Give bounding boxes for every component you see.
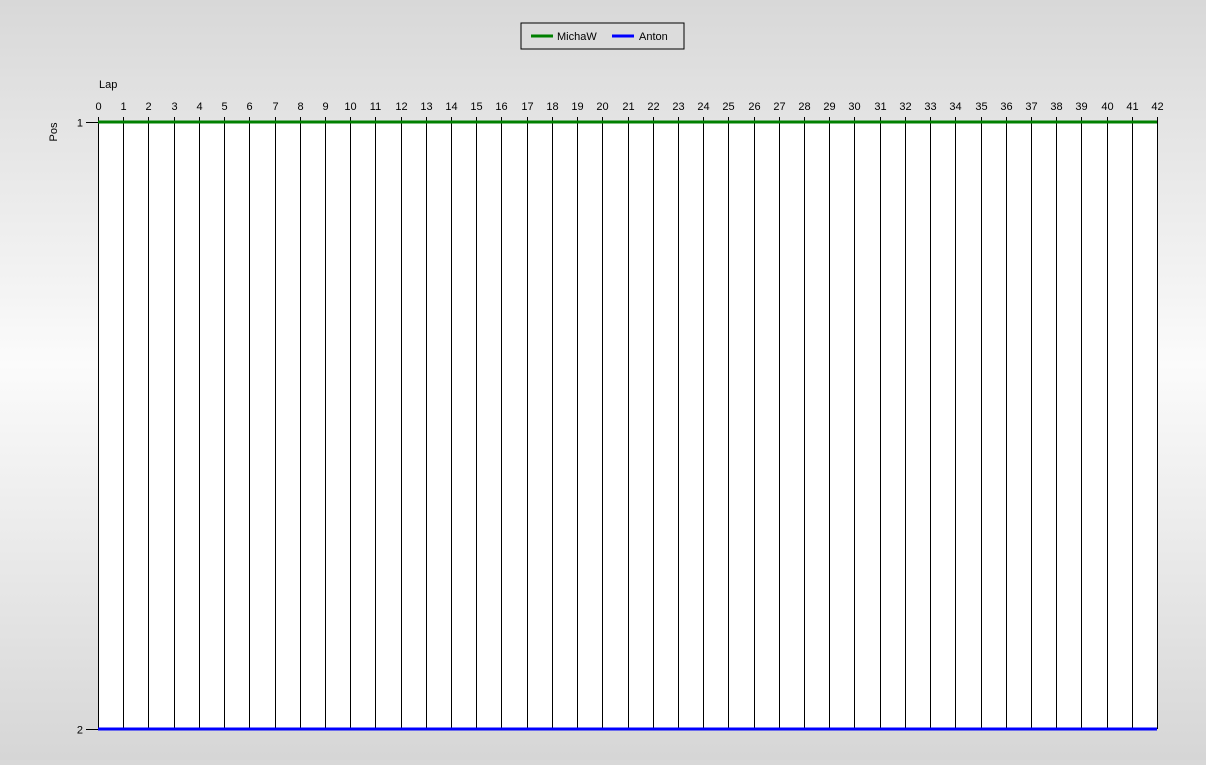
x-tick-label-20: 20	[596, 101, 608, 113]
x-tick-label-26: 26	[748, 101, 760, 113]
x-tick-label-35: 35	[975, 101, 987, 113]
x-tick-label-6: 6	[246, 101, 252, 113]
lap-chart: 0 1 2 3 4 5 6 7 8 9 10 11 12 13 14 15 16 17 18 19 20 21 22 23 24…	[48, 22, 1164, 737]
x-tick-label-32: 32	[899, 101, 911, 113]
plot-background	[98, 122, 1157, 729]
x-tick-label-41: 41	[1126, 101, 1138, 113]
y-axis-label: Pos	[48, 122, 60, 141]
x-tick-label-16: 16	[495, 101, 507, 113]
x-tick-label-36: 36	[1000, 101, 1012, 113]
legend: MichaW Anton	[520, 22, 685, 50]
x-tick-label-39: 39	[1075, 101, 1087, 113]
legend-label-anton: Anton	[639, 31, 668, 43]
x-tick-label-23: 23	[672, 101, 684, 113]
x-tick-label-38: 38	[1050, 101, 1062, 113]
x-tick-label-14: 14	[445, 101, 457, 113]
chart-area: 0 1 2 3 4 5 6 7 8 9 10 11 12 13 14 15 16 17 18 19 20 21 22 23 24…	[0, 0, 1206, 760]
x-tick-label-5: 5	[221, 101, 227, 113]
x-tick-label-15: 15	[470, 101, 482, 113]
x-tick-label-37: 37	[1025, 101, 1037, 113]
x-tick-label-4: 4	[196, 101, 202, 113]
y-tick-label-2: 2	[77, 725, 83, 737]
x-tick-label-29: 29	[823, 101, 835, 113]
legend-label-michaw: MichaW	[557, 31, 597, 43]
x-tick-label-31: 31	[874, 101, 886, 113]
x-tick-label-27: 27	[773, 101, 785, 113]
x-tick-label-11: 11	[370, 101, 381, 113]
x-tick-label-19: 19	[571, 101, 583, 113]
x-tick-label-21: 21	[622, 101, 634, 113]
x-tick-label-17: 17	[521, 101, 533, 113]
x-tick-label-0: 0	[95, 101, 101, 113]
x-tick-label-1: 1	[120, 101, 126, 113]
x-tick-label-22: 22	[647, 101, 659, 113]
x-tick-label-12: 12	[395, 101, 407, 113]
x-tick-label-7: 7	[272, 101, 278, 113]
x-axis-label: Lap	[99, 79, 117, 91]
x-tick-label-34: 34	[949, 101, 961, 113]
x-tick-label-13: 13	[420, 101, 432, 113]
x-tick-label-2: 2	[145, 101, 151, 113]
x-tick-label-30: 30	[848, 101, 860, 113]
x-tick-label-28: 28	[798, 101, 810, 113]
x-tick-label-25: 25	[722, 101, 734, 113]
x-tick-label-9: 9	[322, 101, 328, 113]
x-tick-label-42: 42	[1151, 101, 1163, 113]
x-tick-label-8: 8	[297, 101, 303, 113]
x-tick-label-3: 3	[171, 101, 177, 113]
x-tick-label-33: 33	[924, 101, 936, 113]
x-tick-label-40: 40	[1101, 101, 1113, 113]
x-tick-label-24: 24	[697, 101, 709, 113]
x-tick-label-18: 18	[546, 101, 558, 113]
x-tick-label-10: 10	[344, 101, 356, 113]
y-tick-label-1: 1	[77, 118, 83, 130]
